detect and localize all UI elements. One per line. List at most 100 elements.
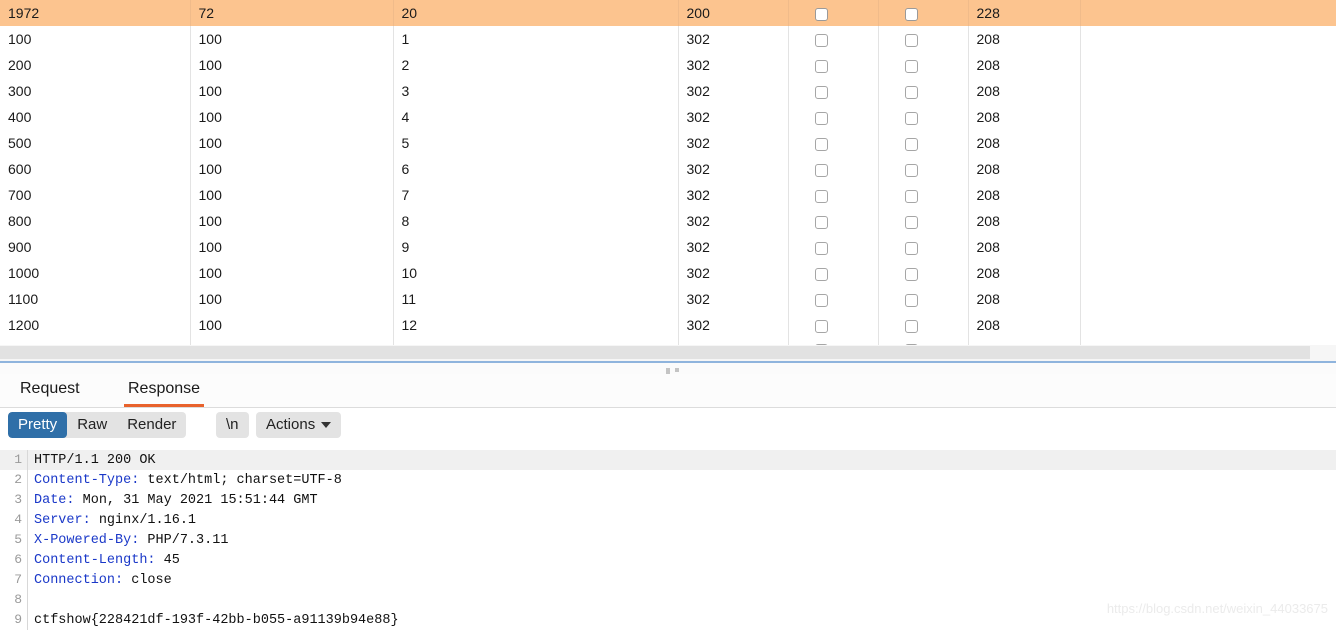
table-row[interactable]: 200 100 2 302 208	[0, 52, 1336, 78]
timeout-checkbox[interactable]	[904, 59, 918, 73]
cell-status: 302	[678, 286, 789, 312]
timeout-checkbox[interactable]	[904, 7, 918, 21]
cell-error	[788, 156, 879, 182]
header-value: text/html; charset=UTF-8	[139, 473, 342, 488]
results-scrollbar-thumb[interactable]	[0, 346, 1310, 359]
table-row[interactable]: 300 100 3 302 208	[0, 78, 1336, 104]
table-row[interactable]: 1000 100 10 302 208	[0, 260, 1336, 286]
header-name: Content-Type:	[34, 473, 140, 488]
error-checkbox[interactable]	[814, 267, 828, 281]
view-raw-button[interactable]: Raw	[67, 412, 117, 438]
response-line-text: Content-Length: 45	[28, 553, 180, 568]
timeout-checkbox[interactable]	[904, 267, 918, 281]
cell-error	[788, 234, 879, 260]
error-checkbox[interactable]	[814, 293, 828, 307]
error-checkbox[interactable]	[814, 111, 828, 125]
cell-pad	[1080, 208, 1336, 234]
cell-request: 200	[0, 52, 191, 78]
error-checkbox[interactable]	[814, 241, 828, 255]
newline-toggle-group: \n	[216, 412, 249, 438]
error-checkbox[interactable]	[814, 33, 828, 47]
view-pretty-button[interactable]: Pretty	[8, 412, 68, 438]
message-tabs: Request Response	[0, 374, 1336, 408]
timeout-checkbox[interactable]	[904, 293, 918, 307]
cell-error	[788, 52, 879, 78]
table-row[interactable]: 700 100 7 302 208	[0, 182, 1336, 208]
cell-status: 302	[678, 104, 789, 130]
cell-pad	[1080, 338, 1336, 345]
cell-error	[788, 130, 879, 156]
cell-timeout	[878, 286, 969, 312]
timeout-checkbox[interactable]	[904, 33, 918, 47]
actions-button[interactable]: Actions	[256, 412, 341, 438]
error-checkbox[interactable]	[814, 215, 828, 229]
timeout-checkbox[interactable]	[904, 163, 918, 177]
results-table-body: 1972 72 20 200 228 100 100 1 302 208 200 100 2 302 208…	[0, 0, 1336, 345]
view-render-button[interactable]: Render	[117, 412, 186, 438]
intruder-results-pane[interactable]: 1972 72 20 200 228 100 100 1 302 208 200 100 2 302 208…	[0, 0, 1336, 345]
tab-request[interactable]: Request	[16, 374, 84, 407]
table-row[interactable]: 900 100 9 302 208	[0, 234, 1336, 260]
cell-status: 302	[678, 78, 789, 104]
header-value: close	[123, 573, 172, 588]
timeout-checkbox[interactable]	[904, 137, 918, 151]
cell-timeout	[878, 104, 969, 130]
cell-pad	[1080, 0, 1336, 26]
line-number: 5	[0, 530, 28, 550]
timeout-checkbox[interactable]	[904, 215, 918, 229]
cell-timeout	[878, 130, 969, 156]
cell-payload-1: 100	[190, 78, 394, 104]
cell-payload-1: 100	[190, 260, 394, 286]
cell-length: 208	[968, 26, 1081, 52]
cell-pad	[1080, 78, 1336, 104]
results-horizontal-scrollbar[interactable]	[0, 345, 1336, 361]
cell-request: 600	[0, 156, 191, 182]
cell-payload-2: 20	[393, 0, 679, 26]
timeout-checkbox[interactable]	[904, 189, 918, 203]
table-row[interactable]: 400 100 4 302 208	[0, 104, 1336, 130]
error-checkbox[interactable]	[814, 59, 828, 73]
error-checkbox[interactable]	[814, 137, 828, 151]
response-line: 1 HTTP/1.1 200 OK	[0, 450, 1336, 470]
timeout-checkbox[interactable]	[904, 85, 918, 99]
error-checkbox[interactable]	[814, 85, 828, 99]
newline-toggle-button[interactable]: \n	[216, 412, 249, 438]
timeout-checkbox[interactable]	[904, 241, 918, 255]
chevron-down-icon	[321, 422, 332, 429]
error-checkbox[interactable]	[814, 319, 828, 333]
line-number: 1	[0, 450, 28, 470]
results-table[interactable]: 1972 72 20 200 228 100 100 1 302 208 200 100 2 302 208…	[0, 0, 1336, 345]
table-row[interactable]: 800 100 8 302 208	[0, 208, 1336, 234]
header-name: Date:	[34, 493, 75, 508]
cell-payload-1	[190, 338, 394, 345]
tab-response[interactable]: Response	[124, 374, 205, 407]
cell-length: 208	[968, 312, 1081, 338]
tab-response-label: Response	[128, 380, 201, 397]
cell-request: 1000	[0, 260, 191, 286]
table-row[interactable]: 600 100 6 302 208	[0, 156, 1336, 182]
table-row[interactable]: 500 100 5 302 208	[0, 130, 1336, 156]
response-line-text: Server: nginx/1.16.1	[28, 513, 196, 528]
cell-payload-1: 72	[190, 0, 394, 26]
table-row[interactable]: 1200 100 12 302 208	[0, 312, 1336, 338]
cell-payload-2: 8	[393, 208, 679, 234]
error-checkbox[interactable]	[814, 163, 828, 177]
table-row[interactable]: 1972 72 20 200 228	[0, 0, 1336, 26]
table-row[interactable]: 1100 100 11 302 208	[0, 286, 1336, 312]
error-checkbox[interactable]	[814, 189, 828, 203]
response-line-text: Date: Mon, 31 May 2021 15:51:44 GMT	[28, 493, 318, 508]
cell-length: 208	[968, 52, 1081, 78]
cell-payload-2: 3	[393, 78, 679, 104]
actions-menu-group: Actions	[256, 412, 342, 438]
cell-timeout	[878, 26, 969, 52]
table-row[interactable]: 100 100 1 302 208	[0, 26, 1336, 52]
timeout-checkbox[interactable]	[904, 319, 918, 333]
response-line: 2 Content-Type: text/html; charset=UTF-8	[0, 470, 1336, 490]
header-value: PHP/7.3.11	[139, 533, 229, 548]
splitter-grip-icon[interactable]	[666, 368, 692, 376]
table-row[interactable]	[0, 338, 1336, 345]
error-checkbox[interactable]	[814, 7, 828, 21]
timeout-checkbox[interactable]	[904, 111, 918, 125]
cell-error	[788, 78, 879, 104]
cell-pad	[1080, 130, 1336, 156]
